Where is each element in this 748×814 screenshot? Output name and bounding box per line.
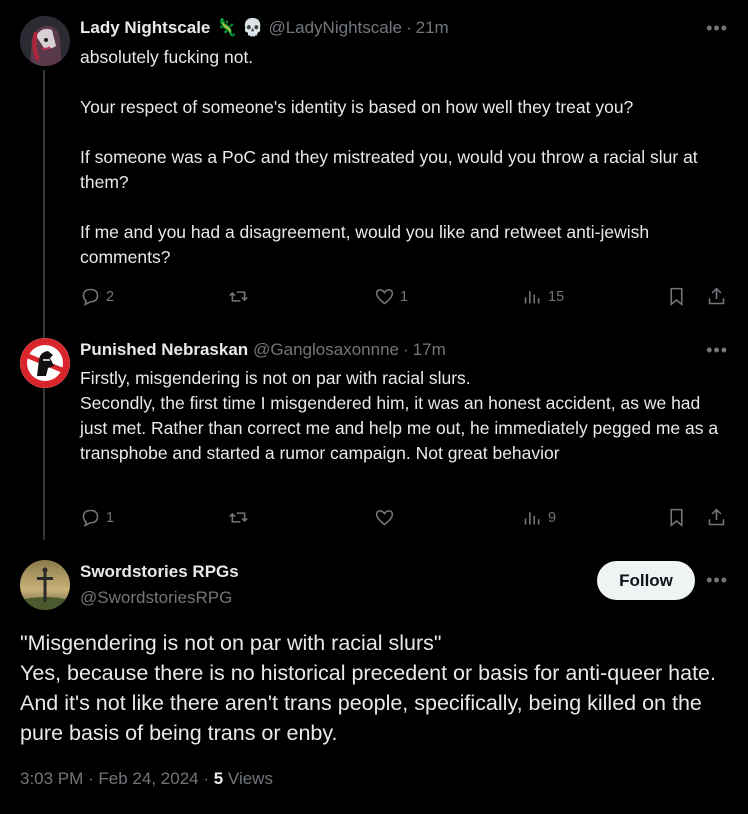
reply-icon [82,509,99,527]
separator-dot: · [405,18,412,37]
tweet-line: Your respect of someone's identity is ba… [80,97,634,117]
tweet-line: absolutely fucking not. [80,47,254,67]
tweet-time[interactable]: 17m [413,340,446,360]
more-icon[interactable]: ••• [706,570,728,591]
tweet-line: If me and you had a disagreement, would … [80,222,650,267]
name-emoji: 🦎 💀 [216,18,264,37]
tweet-actions: 1 9 [80,507,728,533]
bookmark-icon [670,508,683,528]
follow-button[interactable]: Follow [597,561,695,600]
like-button[interactable] [374,507,395,528]
tweet-line: "Misgendering is not on par with racial … [20,631,442,655]
reply-icon [82,288,99,306]
heart-icon [375,289,394,305]
share-icon [708,508,725,526]
share-button[interactable] [706,286,727,307]
author-name[interactable]: Swordstories RPGs [80,562,239,582]
repost-button[interactable] [228,286,249,307]
bookmark-icon [670,287,683,307]
tweet-actions: 2 1 15 [80,286,728,312]
author-name[interactable]: Lady Nightscale [80,18,210,38]
tweet-line: Yes, because there is no historical prec… [20,661,716,745]
tweet-header: Swordstories RPGs [80,562,239,582]
avatar[interactable] [20,16,70,66]
analytics-icon [524,512,540,525]
more-icon[interactable]: ••• [706,340,728,361]
reply-count: 1 [106,509,115,526]
reply-button[interactable]: 1 [80,507,114,528]
reply-count: 2 [106,288,115,305]
tweet-line: If someone was a PoC and they mistreated… [80,147,698,192]
separator-dot: · [402,340,409,359]
repost-icon [229,512,248,523]
tweet-meta: 3:03 PM · Feb 24, 2024 · 5 Views [20,769,273,789]
thread-connector [43,70,45,540]
author-handle[interactable]: @Ganglosaxonnne [253,340,399,360]
views-count: 15 [548,288,565,305]
tweet-time[interactable]: 21m [416,18,449,38]
share-icon [708,287,725,305]
tweet-text: Firstly, misgendering is not on par with… [80,366,720,466]
avatar[interactable] [20,560,70,610]
views-button[interactable]: 9 [522,507,556,528]
tweet-header: Lady Nightscale 🦎 💀 @LadyNightscale · 21… [80,18,449,38]
bookmark-button[interactable] [666,286,687,307]
tweet-line: Secondly, the first time I misgendered h… [80,393,719,463]
like-count: 1 [400,288,409,305]
analytics-icon [524,291,540,304]
views-count: 5 [213,769,224,788]
bookmark-button[interactable] [666,507,687,528]
main-tweet-text: "Misgendering is not on par with racial … [20,628,730,748]
repost-button[interactable] [228,507,249,528]
reply-button[interactable]: 2 [80,286,114,307]
avatar[interactable] [20,338,70,388]
views-label: Views [223,769,273,788]
more-icon[interactable]: ••• [706,18,728,39]
repost-icon [229,291,248,302]
timestamp[interactable]: 3:03 PM · Feb 24, 2024 · [20,769,214,788]
views-button[interactable]: 15 [522,286,564,307]
handle-row: @SwordstoriesRPG [80,588,232,608]
tweet-text: absolutely fucking not. Your respect of … [80,45,720,270]
views-count: 9 [548,509,557,526]
like-button[interactable]: 1 [374,286,408,307]
tweet-line: Firstly, misgendering is not on par with… [80,368,471,388]
author-handle[interactable]: @SwordstoriesRPG [80,588,232,608]
heart-icon [375,510,394,526]
author-name[interactable]: Punished Nebraskan [80,340,248,360]
tweet-header: Punished Nebraskan @Ganglosaxonnne · 17m [80,340,446,360]
author-handle[interactable]: @LadyNightscale [268,18,402,38]
share-button[interactable] [706,507,727,528]
